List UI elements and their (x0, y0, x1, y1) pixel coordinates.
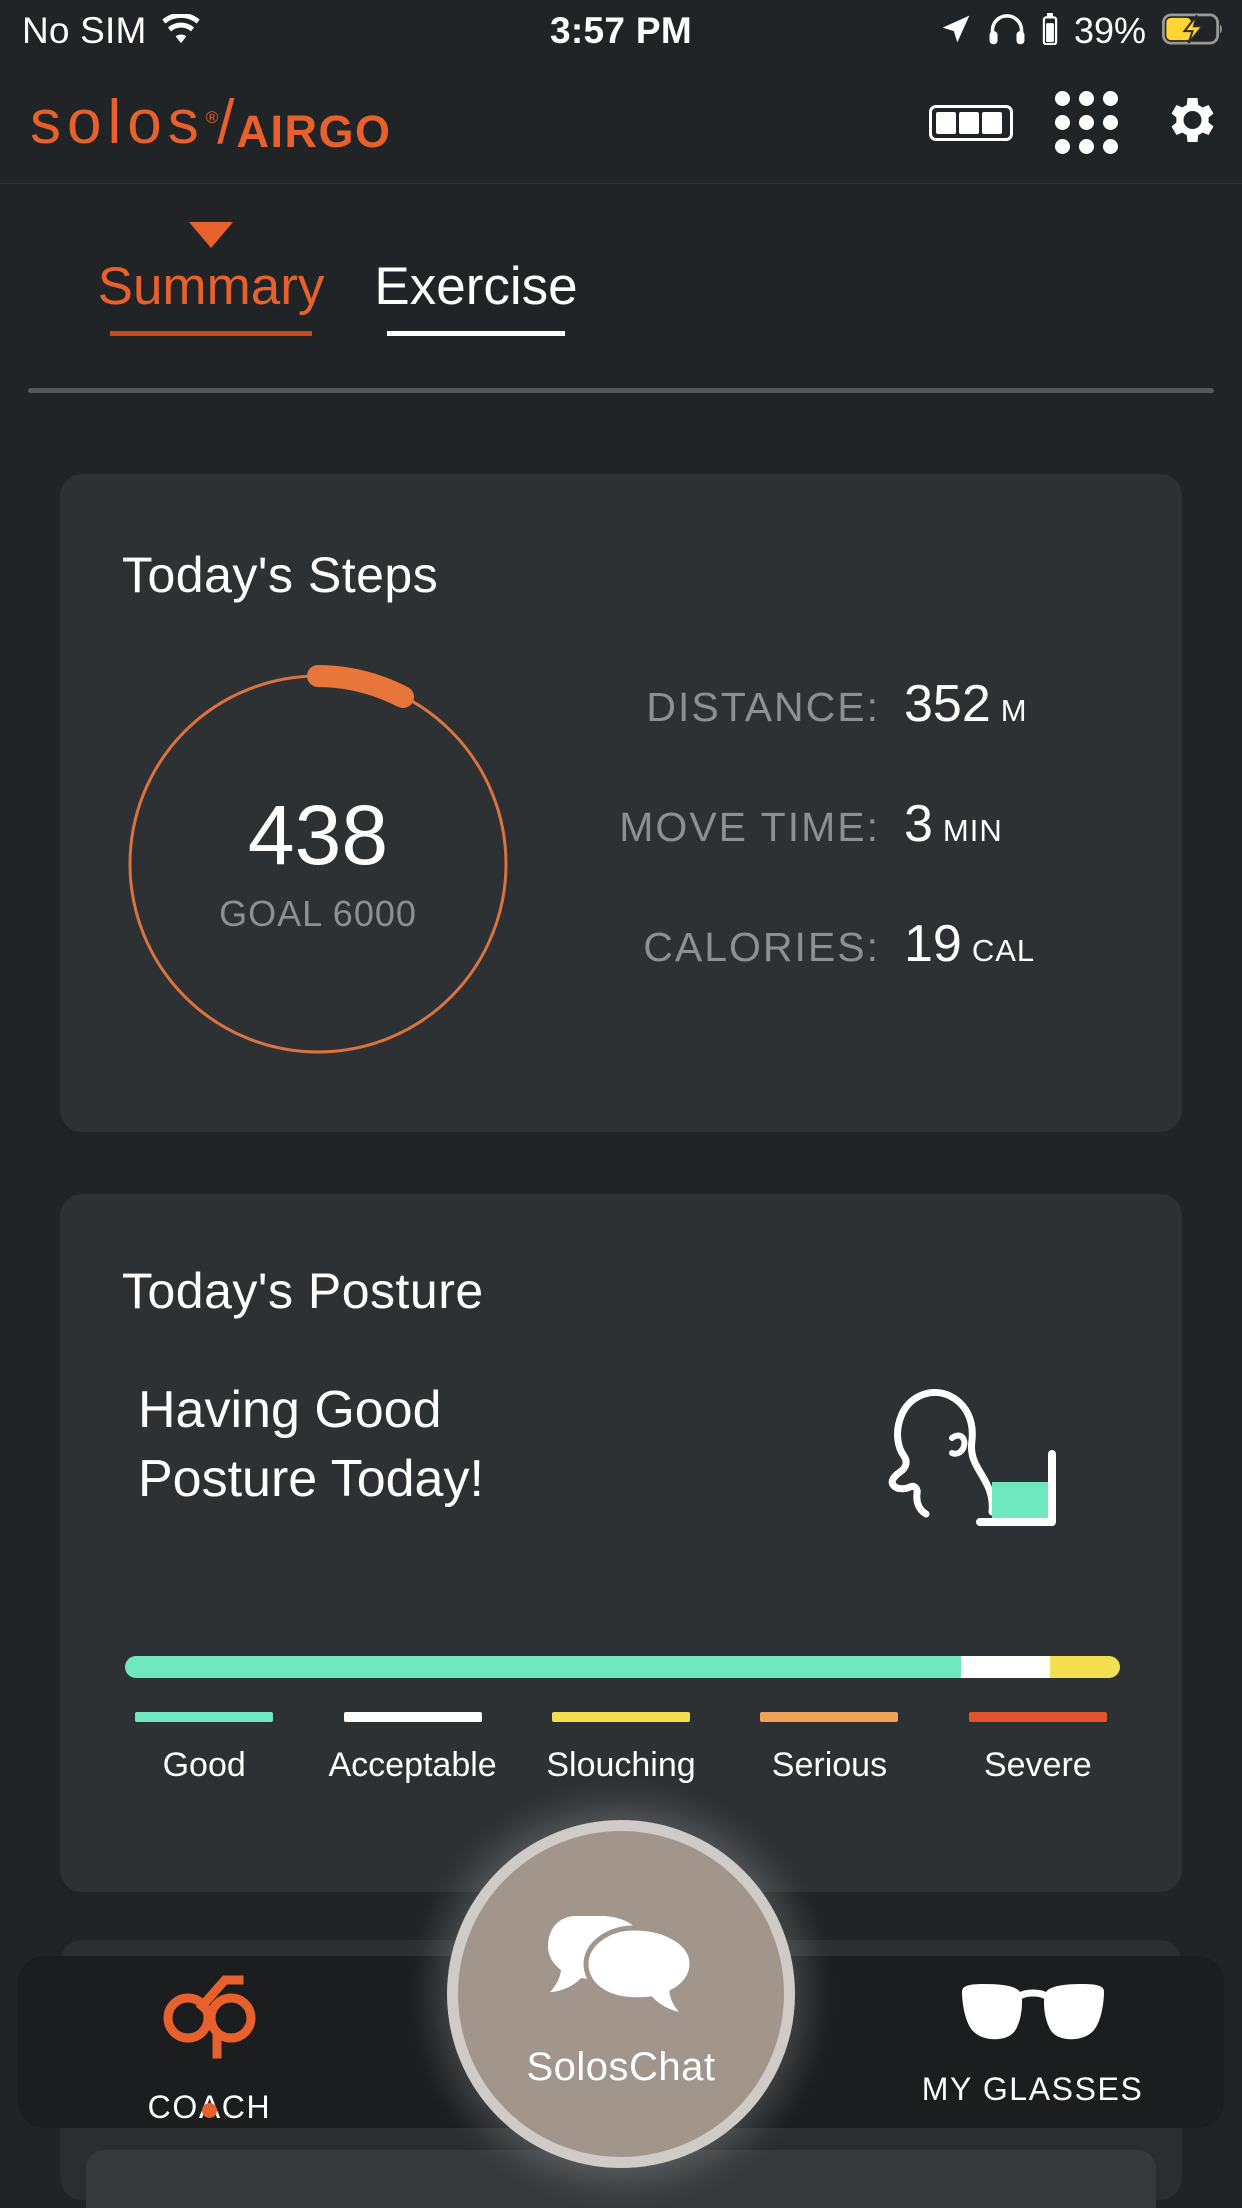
legend-item-slouching: Slouching (517, 1712, 725, 1785)
steps-goal-label: GOAL 6000 (219, 893, 417, 934)
app-header: solos ® / AIRGO (0, 62, 1242, 184)
logo-sub-text: AIRGO (236, 106, 392, 157)
glasses-icon (958, 1976, 1108, 2053)
legend-item-severe: Severe (934, 1712, 1142, 1785)
status-bar-right: 39% (940, 10, 1224, 52)
battery-percent-label: 39% (1073, 10, 1146, 51)
distance-label: DISTANCE: (646, 684, 880, 730)
stat-row-calories: CALORIES: 19 CAL (600, 914, 1160, 1034)
logo-main-text: solos (30, 88, 205, 157)
legend-swatch-acceptable (343, 1712, 482, 1722)
nav-label-my-glasses: MY GLASSES (921, 2071, 1144, 2107)
posture-message-line1: Having Good (138, 1381, 442, 1439)
calories-label: CALORIES: (643, 924, 880, 970)
nav-item-my-glasses[interactable]: MY GLASSES (841, 1956, 1224, 2128)
distance-value: 352 (904, 675, 991, 733)
calories-unit: CAL (971, 933, 1036, 968)
scroll-indicator[interactable] (28, 388, 1214, 393)
calories-value: 19 (904, 915, 962, 973)
tab-exercise-underline (387, 331, 565, 336)
tab-summary-underline (110, 331, 312, 336)
active-tab-caret-icon (189, 222, 233, 248)
tab-exercise[interactable]: Exercise (352, 222, 600, 336)
legend-label-serious: Serious (771, 1746, 888, 1784)
steps-card-title: Today's Steps (122, 547, 439, 603)
battery-charging-icon (1161, 12, 1224, 50)
soloschat-label: SolosChat (526, 2045, 716, 2089)
legend-swatch-severe (968, 1712, 1107, 1722)
steps-ring-center: 438 GOAL 6000 (118, 664, 518, 1064)
legend-item-serious: Serious (725, 1712, 933, 1785)
legend-label-slouching: Slouching (546, 1746, 696, 1784)
legend-item-good: Good (100, 1712, 308, 1785)
distance-unit: M (1000, 693, 1028, 728)
logo-registered-mark: ® (205, 108, 219, 127)
header-icon-group (929, 90, 1220, 155)
nav-item-coach[interactable]: COACH (18, 1956, 401, 2128)
app-screen: No SIM 3:57 PM 39% solos ® / AIRGO Summa… (0, 0, 1242, 2208)
stat-row-move-time: MOVE TIME: 3 MIN (600, 794, 1160, 914)
head-posture-icon (874, 1334, 1064, 1534)
todays-steps-card[interactable]: Today's Steps 438 GOAL 6000 DISTANCE: 35… (60, 474, 1182, 1132)
legend-label-acceptable: Acceptable (328, 1746, 497, 1784)
nav-active-dot (201, 2103, 217, 2118)
posture-legend: Good Acceptable Slouching Serious Severe (100, 1712, 1142, 1785)
chat-bubbles-icon (546, 1898, 696, 2033)
posture-segment-good (125, 1656, 961, 1678)
legend-swatch-serious (760, 1712, 899, 1722)
posture-message-line2: Posture Today! (138, 1449, 484, 1508)
steps-progress-ring: 438 GOAL 6000 (118, 664, 518, 1064)
posture-segment-acceptable (960, 1656, 1051, 1678)
posture-segment-slouching (1050, 1656, 1120, 1678)
move-time-value: 3 (904, 795, 933, 853)
headphone-battery-icon (1042, 12, 1058, 50)
soloschat-fab-button[interactable]: SolosChat (447, 1820, 795, 2168)
steps-stats-list: DISTANCE: 352 M MOVE TIME: 3 MIN CALORIE… (600, 674, 1160, 1034)
legend-item-acceptable: Acceptable (308, 1712, 516, 1785)
legend-label-good: Good (162, 1746, 246, 1784)
brand-logo: solos ® / AIRGO (30, 87, 392, 158)
tab-summary[interactable]: Summary (70, 222, 352, 336)
stat-row-distance: DISTANCE: 352 M (600, 674, 1160, 794)
gear-icon[interactable] (1160, 90, 1220, 155)
coach-glasses-icon (155, 1958, 263, 2071)
todays-posture-card[interactable]: Today's Posture Having Good Posture Toda… (60, 1194, 1182, 1892)
posture-distribution-bar (125, 1656, 1120, 1678)
logo-slash: / (217, 88, 235, 157)
posture-message: Having Good Posture Today! (138, 1376, 484, 1513)
move-time-unit: MIN (942, 813, 1003, 848)
tab-summary-label: Summary (97, 257, 325, 316)
legend-swatch-slouching (552, 1712, 691, 1722)
move-time-label: MOVE TIME: (619, 804, 880, 850)
location-arrow-icon (940, 13, 972, 50)
legend-label-severe: Severe (983, 1746, 1092, 1784)
apps-grid-icon[interactable] (1055, 91, 1118, 154)
legend-swatch-good (135, 1712, 274, 1722)
tab-exercise-label: Exercise (374, 257, 578, 316)
steps-value: 438 (247, 788, 389, 882)
device-battery-icon[interactable] (929, 104, 1013, 141)
tab-bar: Summary Exercise (0, 184, 1242, 382)
headphones-icon (988, 13, 1026, 50)
status-bar: No SIM 3:57 PM 39% (0, 0, 1242, 62)
posture-card-title: Today's Posture (122, 1263, 484, 1319)
